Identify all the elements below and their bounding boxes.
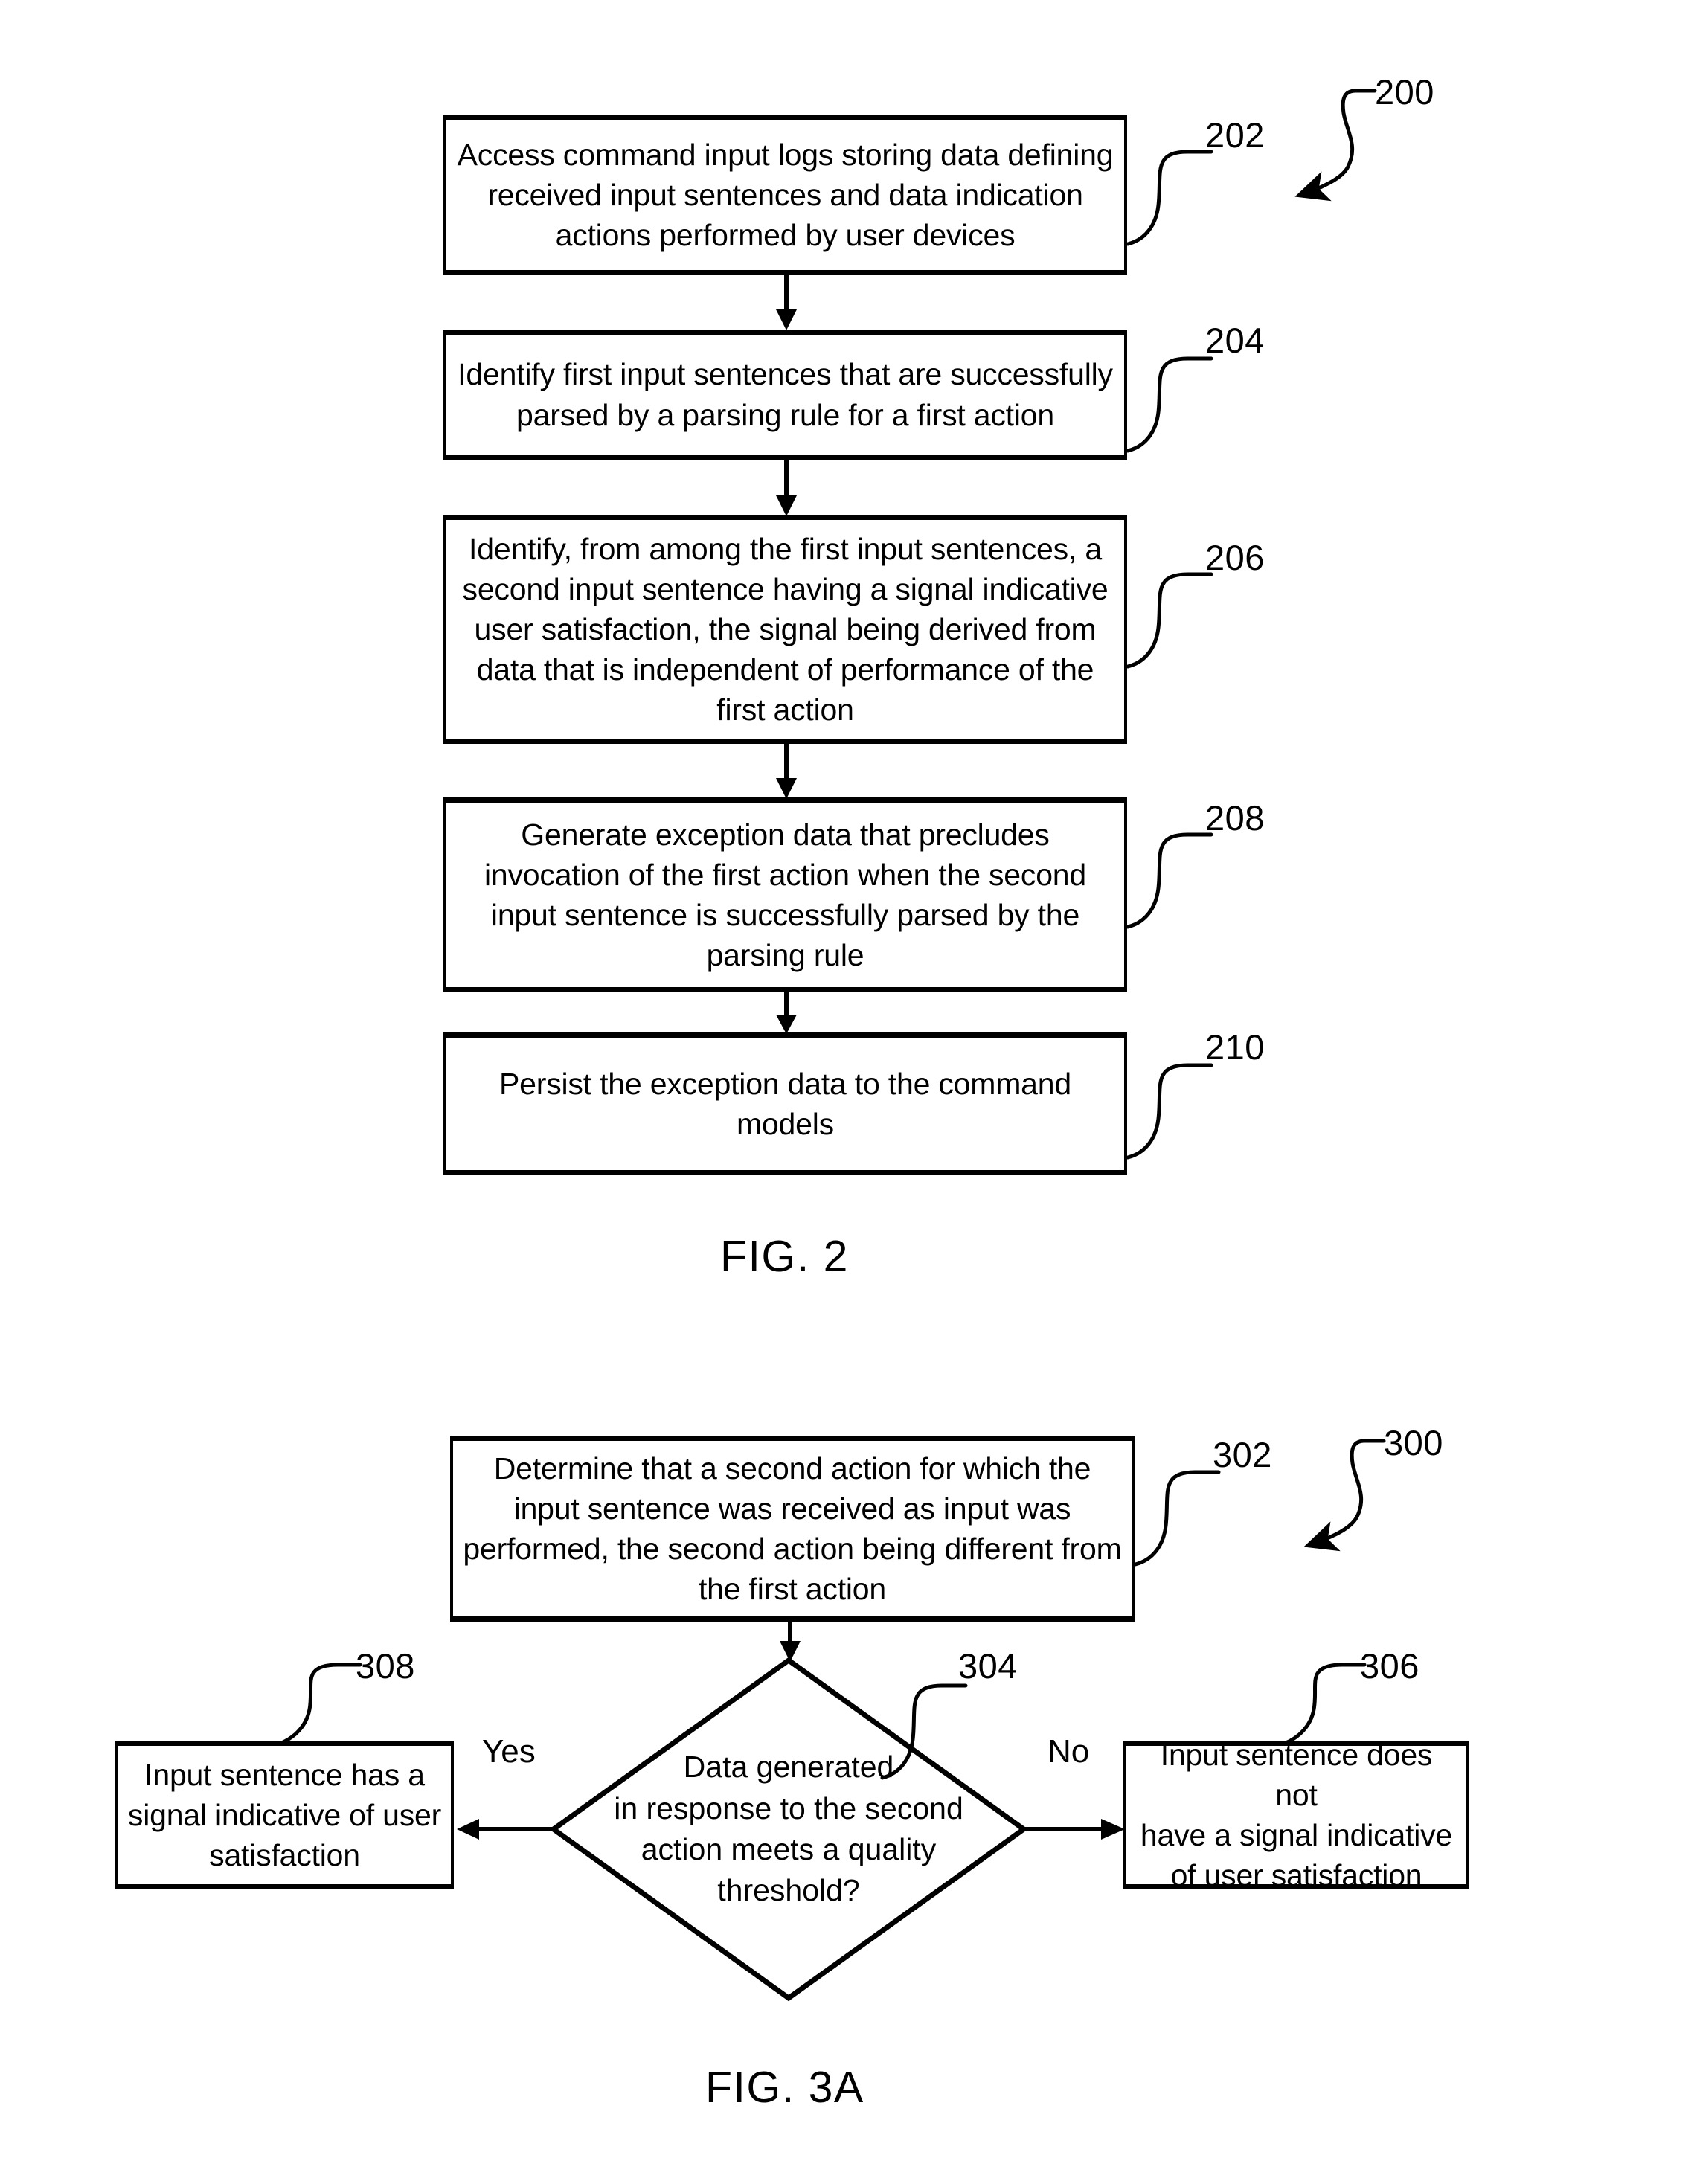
ref-numeral-206: 206: [1205, 538, 1265, 577]
connector-202-204: [776, 274, 797, 330]
ref-numeral-306: 306: [1360, 1646, 1419, 1686]
patent-drawing-sheet: 200 Access command input logs storing da…: [0, 0, 1694, 2184]
ref-numeral-208: 208: [1205, 798, 1265, 838]
ref-numeral-204: 204: [1205, 321, 1265, 360]
ref-numeral-308: 308: [356, 1646, 415, 1686]
connector-206-208: [776, 742, 797, 799]
process-box-202: Access command input logs storing data d…: [443, 115, 1127, 275]
process-box-210-text: Persist the exception data to the comman…: [499, 1066, 1071, 1141]
branch-label-yes: Yes: [482, 1733, 536, 1770]
process-box-210: Persist the exception data to the comman…: [443, 1032, 1127, 1175]
connector-204-206: [776, 458, 797, 516]
ref-numeral-202: 202: [1205, 115, 1265, 155]
flow-ref-200: 200: [1375, 72, 1434, 112]
process-box-208: Generate exception data that precludes i…: [443, 797, 1127, 992]
figure-caption-fig2: FIG. 2: [720, 1232, 849, 1281]
branch-label-no: No: [1047, 1733, 1090, 1770]
ref-numeral-302: 302: [1213, 1435, 1272, 1474]
process-box-306: Input sentence does not have a signal in…: [1123, 1738, 1469, 1892]
ref-numeral-304: 304: [958, 1646, 1018, 1686]
process-box-208-text: Generate exception data that precludes i…: [484, 817, 1087, 973]
connector-208-210: [776, 991, 797, 1034]
process-box-202-text: Access command input logs storing data d…: [457, 137, 1114, 253]
figure-caption-fig3a: FIG. 3A: [705, 2063, 864, 2112]
ref-numeral-210: 210: [1205, 1027, 1265, 1067]
process-box-206-text: Identify, from among the first input sen…: [462, 531, 1109, 728]
process-box-206: Identify, from among the first input sen…: [443, 515, 1127, 744]
connector-no-306: [1021, 1819, 1125, 1840]
process-box-308: Input sentence has a signal indicative o…: [115, 1741, 454, 1889]
process-box-204: Identify first input sentences that are …: [443, 330, 1127, 460]
process-box-308-text: Input sentence has a signal indicative o…: [127, 1757, 442, 1873]
process-box-306-text: Input sentence does not have a signal in…: [1140, 1737, 1453, 1893]
connector-yes-308: [457, 1819, 556, 1840]
flow-ref-300: 300: [1384, 1423, 1443, 1462]
process-box-302-text: Determine that a second action for which…: [463, 1451, 1122, 1607]
process-box-204-text: Identify first input sentences that are …: [458, 357, 1113, 432]
process-box-302: Determine that a second action for which…: [450, 1436, 1135, 1622]
